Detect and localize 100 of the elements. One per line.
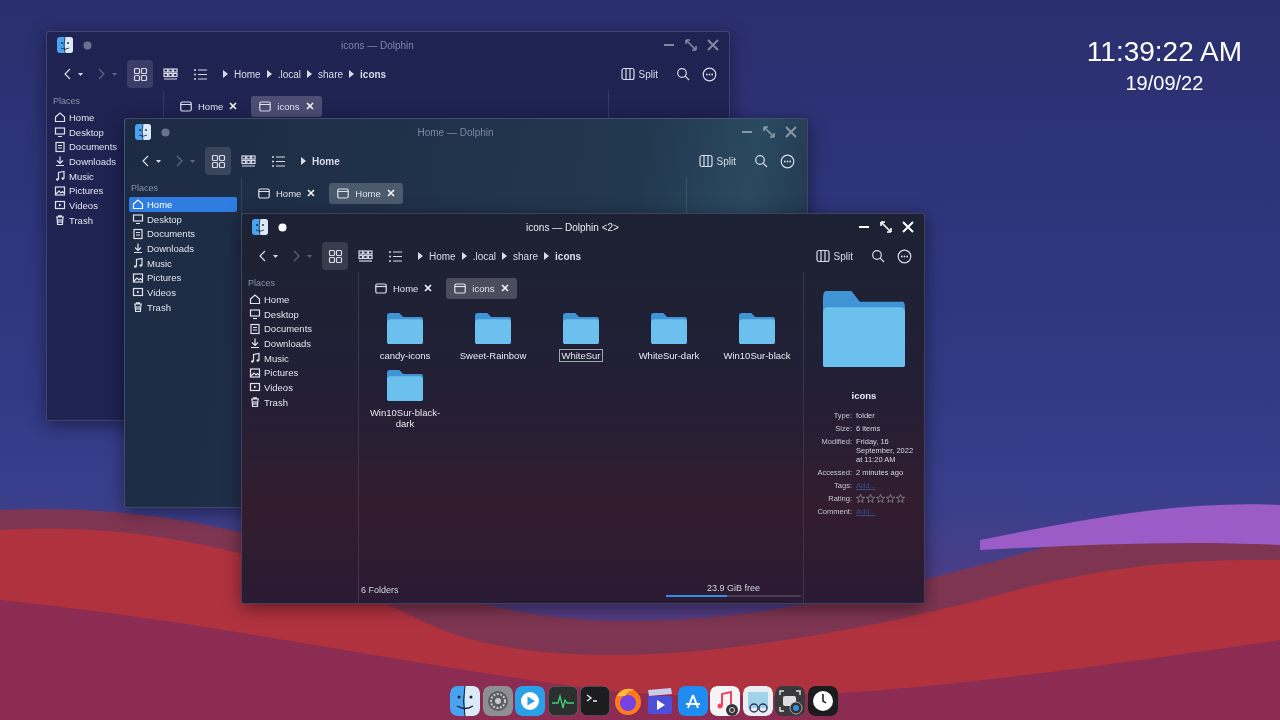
places-item[interactable]: Documents [51, 139, 121, 155]
places-item[interactable]: Videos [129, 285, 179, 300]
folder-icon[interactable] [562, 312, 600, 345]
places-item[interactable]: Home [246, 292, 293, 307]
folder-outline-icon [180, 100, 192, 112]
item-count: 6 Folders [361, 585, 400, 595]
places-item[interactable]: Trash [51, 212, 96, 228]
clock-icon[interactable] [807, 686, 838, 716]
caret-icon [544, 252, 550, 260]
terminal-icon[interactable] [580, 686, 610, 716]
list-icon [192, 66, 208, 82]
forward-arrow-icon [292, 249, 314, 263]
fox-globe-icon[interactable] [612, 686, 643, 716]
app-store-icon[interactable] [677, 686, 708, 716]
section-heading: Places [131, 183, 159, 193]
places-item[interactable]: Trash [129, 299, 174, 315]
file-name[interactable]: WhiteSur [560, 350, 602, 361]
close-icon[interactable] [902, 221, 914, 233]
file-name[interactable]: Sweet-Rainbow [458, 350, 528, 361]
file-name[interactable]: candy-icons [378, 350, 432, 361]
monitor-icon [249, 308, 261, 321]
maximize-icon[interactable] [880, 221, 892, 233]
file-name[interactable]: WhiteSur-dark [637, 350, 701, 361]
music-note-icon[interactable] [710, 686, 740, 716]
close-icon[interactable] [305, 102, 314, 110]
breadcrumb-link[interactable]: share [513, 250, 539, 262]
places-item[interactable]: Trash [246, 394, 291, 410]
folder-icon[interactable] [386, 369, 424, 402]
star-icon [866, 494, 875, 503]
places-item[interactable]: Pictures [51, 183, 107, 199]
menu-icon [897, 248, 912, 264]
tab[interactable]: Home [250, 182, 324, 204]
folder-outline-icon [375, 282, 387, 294]
places-item[interactable]: Documents [246, 321, 316, 337]
close-icon[interactable] [307, 189, 316, 197]
close-icon[interactable] [424, 284, 433, 292]
trash-icon [249, 396, 261, 409]
view-mode-button[interactable] [127, 60, 153, 88]
compact-grid-icon [240, 153, 256, 169]
places-item[interactable]: Videos [51, 198, 101, 213]
view-mode-button[interactable] [322, 242, 348, 270]
pulse-graph-icon[interactable] [547, 686, 578, 716]
picture-icon [132, 271, 144, 284]
split-button[interactable]: Split [694, 147, 740, 175]
places-item[interactable]: Music [51, 168, 97, 184]
folder-icon[interactable] [474, 312, 512, 345]
document-icon [249, 322, 261, 335]
folder-icon[interactable] [386, 312, 424, 345]
breadcrumb-link[interactable]: .local [277, 68, 302, 80]
caret-icon [502, 252, 508, 260]
photo-viewer-icon[interactable] [742, 686, 773, 716]
split-button[interactable]: Split [811, 242, 857, 270]
places-item[interactable]: Home [51, 110, 98, 125]
close-icon[interactable] [229, 102, 238, 110]
close-icon[interactable] [386, 189, 395, 197]
folder-outline-icon [259, 100, 272, 112]
places-item[interactable]: Downloads [246, 336, 314, 351]
file-name[interactable]: Win10Sur-black-dark [365, 407, 445, 429]
places-item[interactable]: Music [129, 255, 175, 271]
split-button[interactable]: Split [616, 60, 662, 88]
places-item[interactable]: Downloads [51, 154, 119, 169]
picture-icon [249, 366, 261, 379]
view-mode-button[interactable] [205, 147, 231, 175]
play-icon[interactable] [515, 686, 545, 716]
caret-icon [349, 70, 355, 78]
compact-grid-icon [162, 66, 178, 82]
tab[interactable]: icons [251, 95, 322, 117]
places-item[interactable]: Videos [246, 380, 296, 395]
folder-icon[interactable] [650, 312, 688, 345]
folder-icon[interactable] [738, 312, 776, 345]
breadcrumb-link[interactable]: icons [555, 250, 582, 262]
places-item[interactable]: Desktop [51, 124, 107, 140]
places-item[interactable]: Documents [129, 226, 199, 242]
places-item[interactable]: Downloads [129, 241, 197, 256]
breadcrumb-link[interactable]: Home [312, 155, 340, 167]
breadcrumb-link[interactable]: Home [234, 68, 261, 80]
document-icon [132, 227, 144, 240]
breadcrumb-link[interactable]: share [318, 68, 344, 80]
file-name[interactable]: Win10Sur-black [722, 350, 792, 361]
compact-grid-icon [357, 248, 373, 264]
clapperboard-icon[interactable] [645, 686, 675, 716]
tab[interactable]: Home [172, 95, 246, 117]
smiling-face-icon[interactable] [450, 686, 480, 716]
tab[interactable]: Home [367, 277, 441, 299]
breadcrumb-link[interactable]: icons [360, 68, 387, 80]
places-item[interactable]: Desktop [246, 306, 302, 322]
places-item[interactable]: Pictures [129, 270, 185, 286]
camera-icon[interactable] [775, 686, 805, 716]
tab[interactable]: icons [446, 277, 517, 299]
places-item[interactable]: Pictures [246, 365, 302, 381]
places-item[interactable]: Home [129, 197, 237, 212]
close-icon[interactable] [500, 284, 509, 292]
back-arrow-icon [258, 249, 280, 263]
places-item[interactable]: Desktop [129, 211, 185, 227]
breadcrumb-link[interactable]: .local [472, 250, 497, 262]
tab[interactable]: Home [329, 182, 403, 204]
download-icon [132, 242, 144, 255]
gear-icon[interactable] [482, 686, 513, 716]
breadcrumb-link[interactable]: Home [429, 250, 456, 262]
places-item[interactable]: Music [246, 350, 292, 366]
